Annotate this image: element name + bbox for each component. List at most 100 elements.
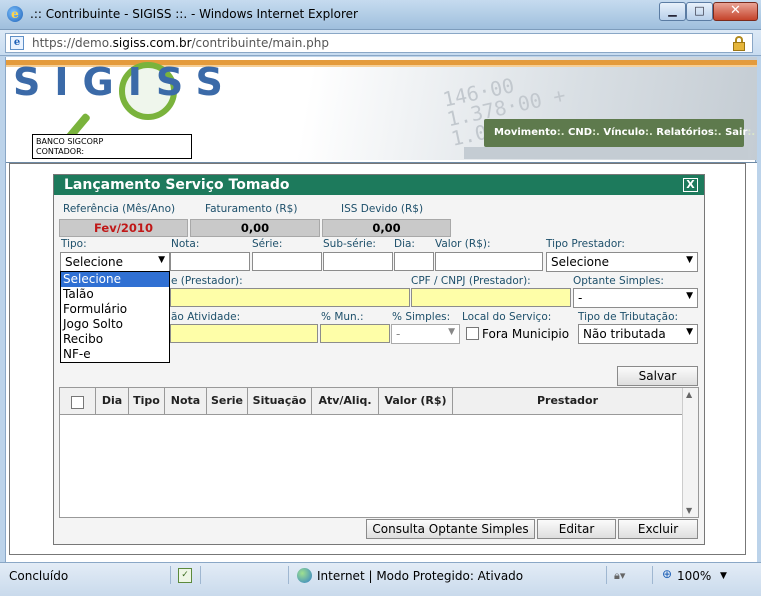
cpf-cnpj-input[interactable] xyxy=(411,288,571,307)
user-info-box: BANCO SIGCORP CONTADOR: xyxy=(32,134,192,159)
referencia-value: Fev/2010 xyxy=(59,219,188,237)
col-situacao[interactable]: Situação xyxy=(248,388,312,415)
col-serie[interactable]: Serie xyxy=(207,388,248,415)
local-servico-label: Local do Serviço: xyxy=(462,311,552,323)
tipo-option-nfe[interactable]: NF-e xyxy=(61,347,169,362)
faturamento-label: Faturamento (R$) xyxy=(205,203,298,215)
tipo-option-selecione[interactable]: Selecione xyxy=(61,272,169,287)
lancamentos-table: Dia Tipo Nota Serie Situação Atv/Aliq. V… xyxy=(59,387,699,518)
chevron-down-icon: ▼ xyxy=(448,327,455,337)
lock-icon[interactable] xyxy=(732,36,746,51)
nome-prestador-input[interactable] xyxy=(170,288,410,307)
dialog-title: Lançamento Serviço Tomado xyxy=(54,175,704,195)
optante-simples-label: Optante Simples: xyxy=(573,275,664,287)
iss-label: ISS Devido (R$) xyxy=(341,203,424,215)
serie-label: Série: xyxy=(252,238,283,250)
main-nav: Movimento:. CND:. Vínculo:. Relatórios:.… xyxy=(484,119,755,147)
dia-label: Dia: xyxy=(394,238,415,250)
internet-zone-icon xyxy=(297,568,312,583)
window-titlebar: e .:: Contribuinte - SIGISS ::. - Window… xyxy=(0,0,761,30)
col-prestador[interactable]: Prestador xyxy=(453,388,682,415)
tipo-select[interactable]: Selecione ▼ xyxy=(60,252,170,272)
valor-input[interactable] xyxy=(435,252,543,271)
mun-input[interactable] xyxy=(320,324,390,343)
nav-relatorios[interactable]: Relatórios xyxy=(656,127,714,138)
dialog-close-button[interactable]: X xyxy=(683,178,698,192)
optante-simples-select[interactable]: - ▼ xyxy=(573,288,698,308)
chevron-down-icon: ▼ xyxy=(158,255,165,265)
url-text: https://demo.sigiss.com.br/contribuinte/… xyxy=(32,36,330,50)
chevron-down-icon: ▼ xyxy=(686,255,693,265)
tipo-label: Tipo: xyxy=(61,238,87,250)
iss-value: 0,00 xyxy=(322,219,451,237)
excluir-button[interactable]: Excluir xyxy=(618,519,698,539)
tipo-option-talao[interactable]: Talão xyxy=(61,287,169,302)
minimize-icon: ▁ xyxy=(668,4,677,17)
fora-municipio-label: Fora Municipio xyxy=(482,327,570,341)
zoom-icon[interactable]: ⊕ xyxy=(662,567,672,581)
tipo-prestador-label: Tipo Prestador: xyxy=(546,238,625,250)
serie-input[interactable] xyxy=(252,252,322,271)
nome-prestador-label: e (Prestador): xyxy=(171,275,243,287)
contador-label: CONTADOR: xyxy=(36,147,85,156)
table-scrollbar[interactable]: ▲ ▼ xyxy=(682,388,698,517)
page-icon: e xyxy=(10,36,24,50)
zoom-dropdown-icon[interactable]: ▼ xyxy=(720,571,727,581)
minimize-button[interactable]: ▁ xyxy=(659,2,686,21)
subserie-label: Sub-série: xyxy=(323,238,376,250)
chevron-down-icon: ▼ xyxy=(686,327,693,337)
nota-label: Nota: xyxy=(171,238,200,250)
maximize-icon: □ xyxy=(694,4,705,17)
security-settings-icon[interactable]: 🔒︎▾ xyxy=(614,569,628,582)
table-header: Dia Tipo Nota Serie Situação Atv/Aliq. V… xyxy=(60,388,682,415)
scroll-down-icon[interactable]: ▼ xyxy=(686,506,692,515)
salvar-button[interactable]: Salvar xyxy=(617,366,698,386)
status-text: Concluído xyxy=(9,569,69,583)
nav-cnd[interactable]: CND xyxy=(568,127,592,138)
referencia-label: Referência (Mês/Ano) xyxy=(63,203,176,215)
consulta-optante-simples-button[interactable]: Consulta Optante Simples xyxy=(366,519,535,539)
nota-input[interactable] xyxy=(170,252,250,271)
editar-button[interactable]: Editar xyxy=(537,519,616,539)
nav-vinculo[interactable]: Vínculo xyxy=(603,127,645,138)
security-zone-text: Internet | Modo Protegido: Ativado xyxy=(317,569,524,583)
tipo-prestador-select[interactable]: Selecione ▼ xyxy=(546,252,698,272)
window-title: .:: Contribuinte - SIGISS ::. - Windows … xyxy=(30,7,358,21)
simples-select[interactable]: - ▼ xyxy=(391,324,460,344)
tipo-option-formulario[interactable]: Formulário xyxy=(61,302,169,317)
faturamento-value: 0,00 xyxy=(190,219,320,237)
select-all-cell xyxy=(60,388,96,415)
chevron-down-icon: ▼ xyxy=(686,291,693,301)
nav-sair[interactable]: Sair xyxy=(725,127,747,138)
nav-items: Movimento:. CND:. Vínculo:. Relatórios:.… xyxy=(494,127,756,138)
scroll-up-icon[interactable]: ▲ xyxy=(686,390,692,399)
zoom-level[interactable]: 100% xyxy=(677,569,711,583)
address-bar: e https://demo.sigiss.com.br/contribuint… xyxy=(0,30,761,56)
tipo-option-jogo-solto[interactable]: Jogo Solto xyxy=(61,317,169,332)
col-valor[interactable]: Valor (R$) xyxy=(379,388,453,415)
subserie-input[interactable] xyxy=(323,252,393,271)
tipo-tributacao-select[interactable]: Não tributada ▼ xyxy=(578,324,698,344)
cpf-cnpj-label: CPF / CNPJ (Prestador): xyxy=(411,275,531,287)
select-all-checkbox[interactable] xyxy=(71,396,84,409)
dia-input[interactable] xyxy=(394,252,434,271)
valor-label: Valor (R$): xyxy=(435,238,491,250)
maximize-button[interactable]: □ xyxy=(686,2,713,21)
atividade-input[interactable] xyxy=(170,324,318,343)
close-window-button[interactable]: ✕ xyxy=(713,2,758,21)
col-atv-aliq[interactable]: Atv/Aliq. xyxy=(312,388,379,415)
tipo-option-recibo[interactable]: Recibo xyxy=(61,332,169,347)
bank-name: BANCO SIGCORP xyxy=(36,137,104,146)
fora-municipio-checkbox[interactable] xyxy=(466,327,479,340)
col-dia[interactable]: Dia xyxy=(96,388,129,415)
tipo-dropdown-list: Selecione Talão Formulário Jogo Solto Re… xyxy=(60,271,170,363)
url-field[interactable]: e https://demo.sigiss.com.br/contribuint… xyxy=(5,33,753,53)
atividade-label: ão Atividade: xyxy=(171,311,241,323)
mun-label: % Mun.: xyxy=(321,311,364,323)
col-tipo[interactable]: Tipo xyxy=(129,388,165,415)
page-status-icon: ✓ xyxy=(178,568,192,583)
simples-label: % Simples: xyxy=(392,311,451,323)
col-nota[interactable]: Nota xyxy=(165,388,207,415)
nav-movimento[interactable]: Movimento xyxy=(494,127,557,138)
tipo-tributacao-label: Tipo de Tributação: xyxy=(578,311,679,323)
